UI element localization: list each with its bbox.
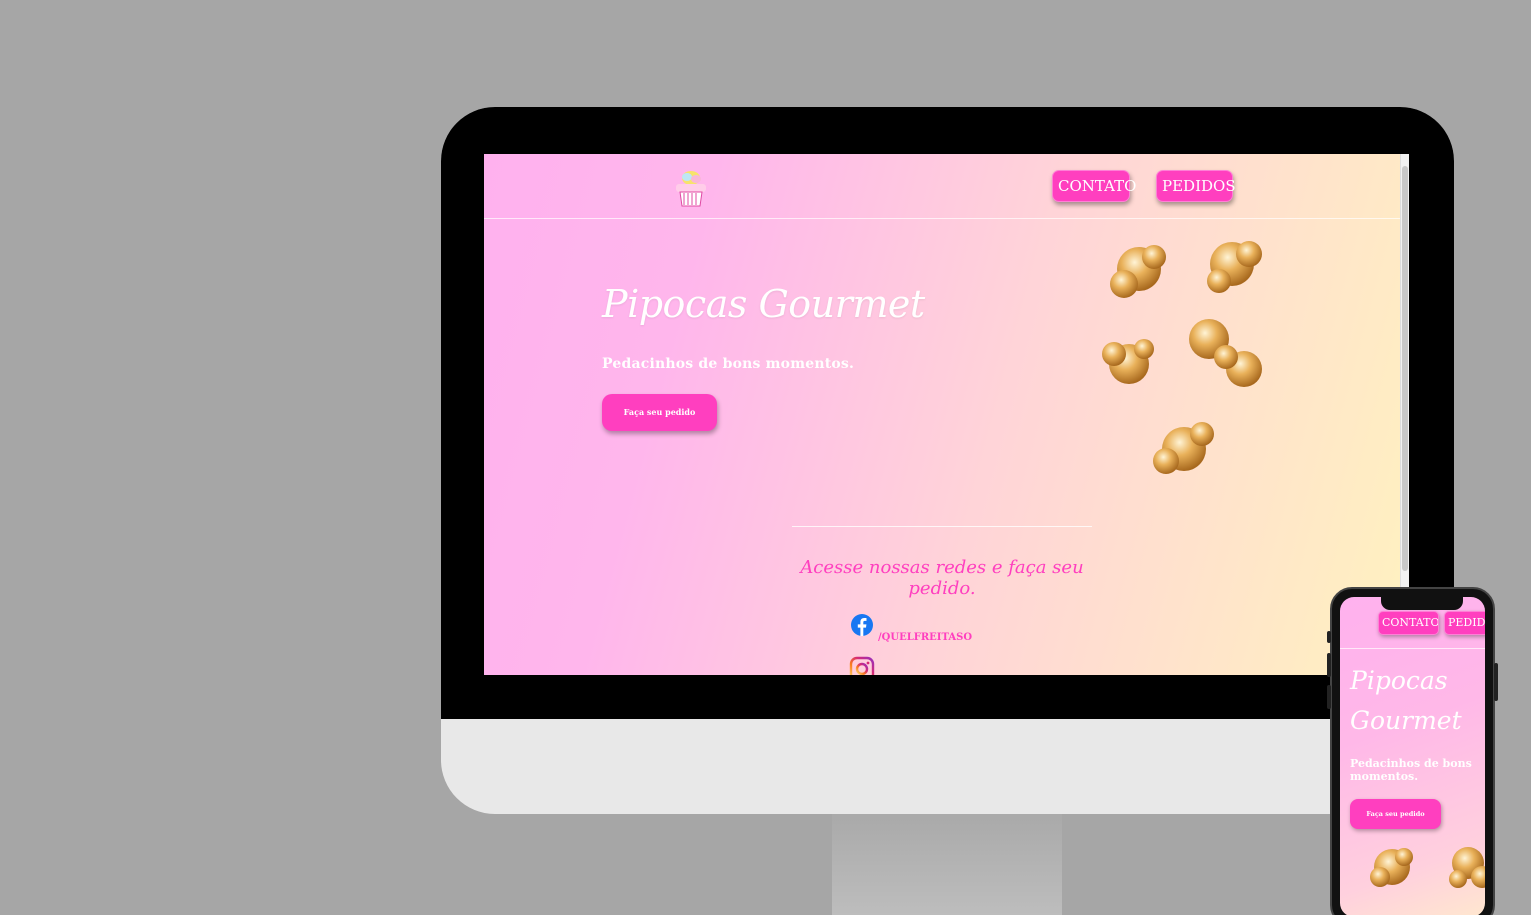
hero-title: Pipocas Gourmet	[602, 282, 925, 326]
phone-side-button	[1327, 631, 1331, 643]
site-header: CONTATO PEDIDOS	[484, 154, 1400, 219]
facebook-handle-link[interactable]: /QUELFREITASO	[878, 632, 972, 643]
popcorn-image	[1102, 241, 1262, 474]
phone-mockup: CONTATO PEDIDOS Pipocas Gourmet Pedacinh…	[1327, 587, 1498, 915]
cupcake-logo-icon[interactable]	[670, 166, 712, 208]
scrollbar-thumb[interactable]	[1402, 166, 1408, 571]
social-heading: Acesse nossas redes e faça seu pedido.	[800, 557, 1084, 599]
phone-volume-up	[1327, 653, 1331, 677]
mobile-order-button[interactable]: Faça seu pedido	[1350, 799, 1441, 829]
mobile-hero-subtitle: Pedacinhos de bons momentos.	[1350, 757, 1472, 783]
nav-contato-button[interactable]: CONTATO	[1052, 170, 1136, 202]
imac-stand	[832, 812, 1062, 915]
section-divider	[792, 526, 1092, 527]
mobile-popcorn-image	[1370, 847, 1485, 888]
hero-subtitle: Pedacinhos de bons momentos.	[602, 356, 855, 372]
phone-volume-down	[1327, 685, 1331, 709]
instagram-icon[interactable]	[849, 656, 875, 675]
phone-notch	[1381, 597, 1463, 610]
order-button[interactable]: Faça seu pedido	[602, 394, 717, 431]
phone-power-button	[1494, 663, 1498, 701]
nav-pedidos-button[interactable]: PEDIDOS	[1156, 170, 1236, 202]
mobile-nav-pedidos-button[interactable]: PEDIDOS	[1444, 611, 1485, 635]
mobile-hero-title: Pipocas Gourmet	[1350, 666, 1462, 735]
desktop-website: CONTATO PEDIDOS Pipocas Gourmet Pedacinh…	[484, 154, 1409, 675]
mobile-nav-contato-button[interactable]: CONTATO	[1378, 611, 1439, 635]
facebook-icon[interactable]	[851, 614, 873, 636]
mobile-website: CONTATO PEDIDOS Pipocas Gourmet Pedacinh…	[1340, 597, 1485, 915]
mobile-header-divider	[1340, 648, 1485, 649]
